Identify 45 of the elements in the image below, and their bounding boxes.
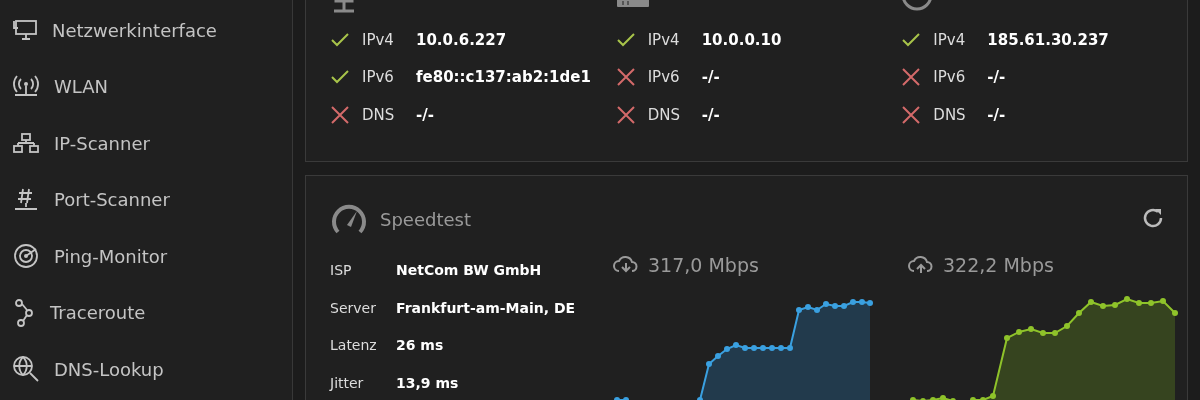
info-value: 26 ms: [396, 336, 444, 356]
field-value: -/-: [701, 67, 720, 88]
field-value: 185.61.30.237: [987, 29, 1109, 51]
sidebar-item[interactable]: DNS-Lookup: [0, 341, 292, 398]
field-value: fe80::c137:ab2:1de1: [416, 67, 591, 88]
info-value: 13,9 ms: [396, 373, 459, 393]
sidebar-item[interactable]: Traceroute: [0, 284, 292, 341]
hash-icon: [12, 186, 40, 213]
field-label: IPv4: [362, 29, 395, 51]
speed-reading: 317,0 Mbps: [648, 252, 759, 278]
field-value: 10.0.6.227: [416, 29, 507, 51]
speed-reading: 322,2 Mbps: [943, 252, 1054, 278]
field-label: DNS: [362, 104, 396, 126]
field-value: -/-: [701, 104, 720, 126]
antenna-icon: [12, 74, 40, 99]
sidebar-item[interactable]: Port-Scanner: [0, 171, 292, 228]
field-label: DNS: [933, 104, 967, 126]
info-value: NetCom BW GmbH: [396, 261, 542, 281]
info-label: ISP: [330, 261, 353, 281]
cloud-upload-icon: [907, 254, 935, 276]
field-label: IPv6: [647, 67, 681, 88]
info-label: Latenz: [330, 336, 378, 356]
radar-icon: [12, 243, 40, 270]
sidebar-item[interactable]: IP-Scanner: [0, 115, 292, 172]
field-value: -/-: [987, 104, 1006, 126]
field-label: IPv4: [933, 29, 967, 51]
field-label: IPv4: [647, 29, 681, 51]
sidebar-item[interactable]: WLAN: [0, 58, 292, 115]
monitor-icon: [12, 18, 38, 43]
sidebar-item[interactable]: Ping-Monitor: [0, 228, 292, 285]
globe-search-icon: [12, 355, 40, 384]
field-value: -/-: [987, 67, 1006, 88]
info-label: Server: [330, 298, 377, 318]
field-label: IPv6: [933, 67, 967, 88]
info-label: Jitter: [330, 373, 365, 393]
panel-title: Speedtest: [380, 207, 471, 232]
refresh-icon[interactable]: [1141, 206, 1165, 230]
field-value: 10.0.0.10: [701, 29, 782, 51]
field-label: IPv6: [362, 67, 395, 88]
gauge-icon: [330, 203, 368, 235]
field-value: -/-: [416, 104, 434, 126]
route-icon: [12, 298, 36, 327]
sidebar-item[interactable]: Netzwerkinterface: [0, 2, 292, 59]
field-label: DNS: [647, 104, 681, 126]
info-value: Frankfurt-am-Main, DE: [396, 298, 576, 318]
